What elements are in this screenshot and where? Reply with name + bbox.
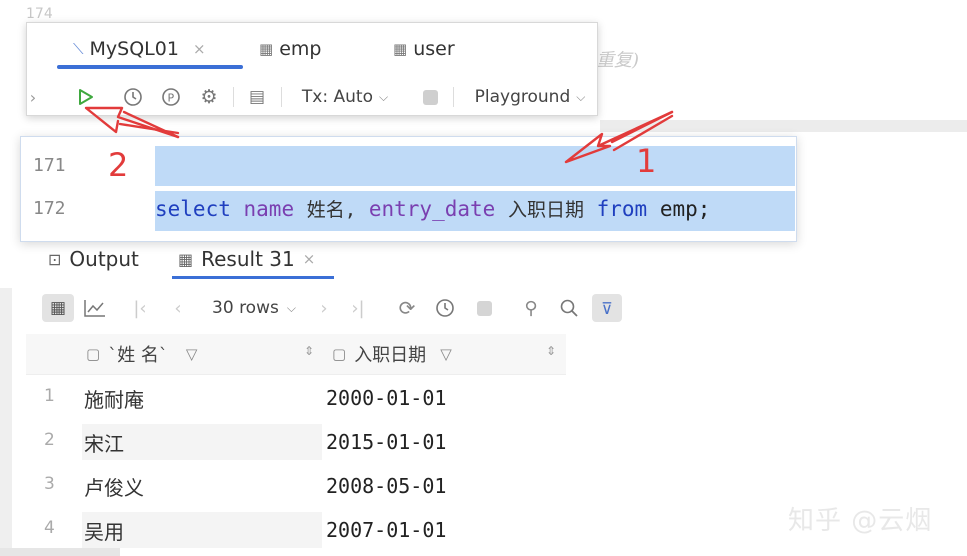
terminal-icon: ⊡ bbox=[48, 249, 62, 269]
cell-entry-date[interactable]: 2008-05-01 bbox=[326, 468, 566, 504]
cell-name[interactable]: 卢俊义 bbox=[82, 468, 322, 504]
chart-view-button[interactable] bbox=[80, 294, 110, 322]
rows-dropdown[interactable]: 30 rows ⌵ bbox=[204, 294, 304, 322]
active-tab-indicator bbox=[172, 276, 334, 279]
close-icon[interactable]: × bbox=[303, 250, 316, 268]
cell-entry-date[interactable]: 2007-01-01 bbox=[326, 512, 566, 548]
table-row[interactable]: 2 宋江 2015-01-01 bbox=[26, 418, 566, 462]
chevron-left-icon: ‹ bbox=[174, 297, 182, 319]
sort-icon[interactable]: ⇕ bbox=[304, 344, 314, 358]
stop-button[interactable] bbox=[472, 294, 496, 322]
cell-name[interactable]: 吴用 bbox=[82, 512, 322, 548]
annotation-arrow-2 bbox=[84, 106, 180, 139]
column-icon: ▢ bbox=[332, 345, 347, 363]
table-row[interactable]: 4 吴用 2007-01-01 bbox=[26, 506, 566, 550]
search-icon bbox=[560, 299, 578, 317]
column-label: `姓 名` bbox=[108, 345, 168, 366]
cell-entry-date[interactable]: 2015-01-01 bbox=[326, 424, 566, 460]
first-page-icon: |‹ bbox=[133, 297, 147, 319]
next-page-button[interactable]: › bbox=[314, 294, 334, 322]
tab-label: Result 31 bbox=[201, 247, 295, 271]
filter-icon: ⊽ bbox=[601, 298, 613, 318]
sort-icon[interactable]: ⇕ bbox=[546, 344, 556, 358]
filter-icon[interactable]: ▽ bbox=[440, 345, 452, 363]
side-gutter bbox=[0, 288, 12, 556]
tab-label: Output bbox=[69, 247, 139, 271]
history-button[interactable] bbox=[430, 294, 460, 322]
refresh-button[interactable]: ⟳ bbox=[392, 294, 422, 322]
row-number: 2 bbox=[44, 430, 55, 450]
search-button[interactable] bbox=[556, 294, 582, 322]
pin-tab-button[interactable]: ⚲ bbox=[518, 294, 544, 322]
row-number: 3 bbox=[44, 474, 55, 494]
first-page-button[interactable]: |‹ bbox=[128, 294, 152, 322]
tab-result-31[interactable]: ▦ Result 31 × bbox=[178, 244, 315, 274]
column-header-entry-date[interactable]: ▢ 入职日期 ▽ bbox=[332, 334, 452, 374]
chevron-right-icon: › bbox=[320, 297, 328, 319]
cell-name[interactable]: 施耐庵 bbox=[82, 380, 322, 416]
cell-entry-date[interactable]: 2000-01-01 bbox=[326, 380, 566, 416]
row-number: 4 bbox=[44, 518, 55, 538]
output-tab-bar: ⊡ Output ▦ Result 31 × bbox=[0, 240, 967, 280]
grid-view-button[interactable]: ▦ bbox=[42, 294, 74, 322]
annotation-label-1: 1 bbox=[636, 142, 657, 180]
annotation-label-2: 2 bbox=[108, 146, 129, 184]
watermark: 知乎 @云烟 bbox=[788, 506, 933, 536]
table-icon: ▦ bbox=[178, 249, 194, 269]
table-row[interactable]: 3 卢俊义 2008-05-01 bbox=[26, 462, 566, 506]
column-header-name[interactable]: ▢ `姓 名` ▽ bbox=[86, 334, 197, 374]
status-bar-remnant bbox=[0, 548, 120, 556]
results-toolbar: ▦ |‹ ‹ 30 rows ⌵ › ›| ⟳ ⚲ ⊽ bbox=[40, 290, 967, 326]
last-page-icon: ›| bbox=[351, 297, 365, 319]
column-icon: ▢ bbox=[86, 345, 101, 363]
table-row[interactable]: 1 施耐庵 2000-01-01 bbox=[26, 374, 566, 418]
tab-output[interactable]: ⊡ Output bbox=[48, 244, 139, 274]
stop-icon bbox=[476, 300, 492, 316]
line-chart-icon bbox=[84, 300, 105, 317]
column-label: 入职日期 bbox=[354, 345, 427, 366]
refresh-icon: ⟳ bbox=[398, 296, 416, 320]
cell-name[interactable]: 宋江 bbox=[82, 424, 322, 460]
grid-icon: ▦ bbox=[49, 298, 67, 318]
filter-icon[interactable]: ▽ bbox=[186, 345, 198, 363]
filter-view-button[interactable]: ⊽ bbox=[592, 294, 622, 322]
chevron-down-icon: ⌵ bbox=[286, 300, 296, 315]
prev-page-button[interactable]: ‹ bbox=[166, 294, 190, 322]
grid-header: ▢ `姓 名` ▽ ⇕ ▢ 入职日期 ▽ ⇕ bbox=[26, 334, 566, 375]
annotation-arrow-2-shaft bbox=[118, 110, 180, 139]
last-page-button[interactable]: ›| bbox=[346, 294, 370, 322]
row-number: 1 bbox=[44, 386, 55, 406]
rows-count: 30 rows bbox=[212, 298, 279, 318]
pin-icon: ⚲ bbox=[524, 297, 538, 319]
clock-icon bbox=[436, 299, 454, 317]
